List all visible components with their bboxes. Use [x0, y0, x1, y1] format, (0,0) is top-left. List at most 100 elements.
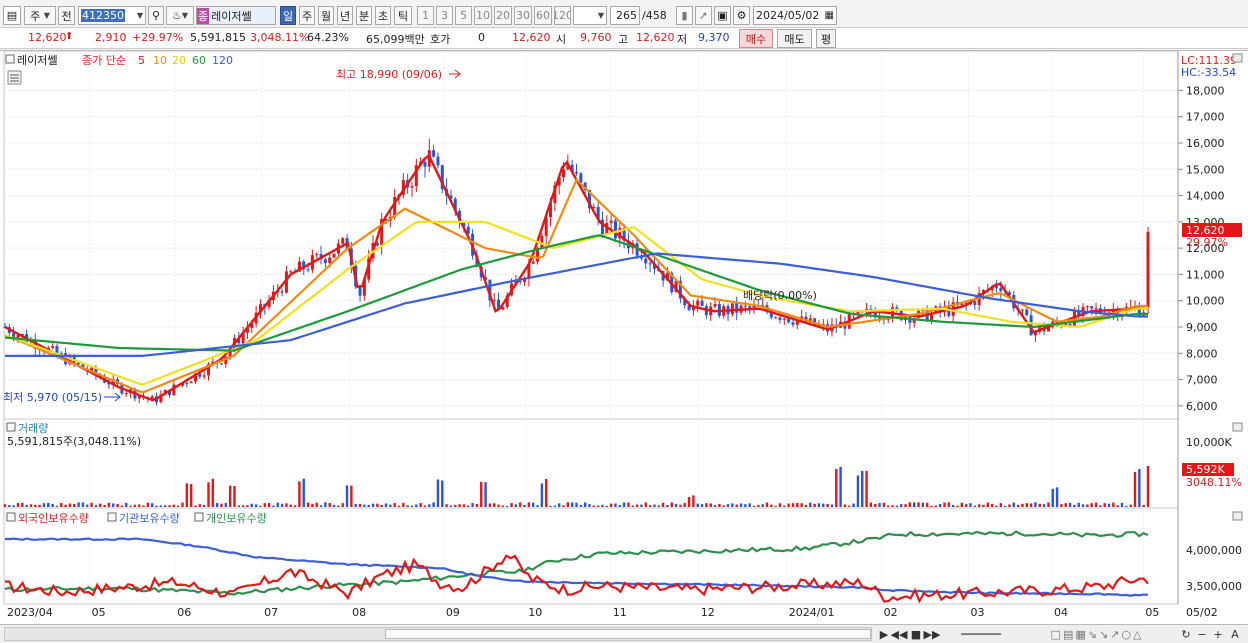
period-button-second[interactable]: 초	[375, 6, 391, 25]
sound-icon[interactable]: ♨ ▼	[166, 6, 194, 25]
volume-bar	[1068, 502, 1072, 507]
volume-bar	[168, 505, 171, 507]
buy-button[interactable]: 매수	[739, 29, 773, 48]
gear-icon[interactable]: ⚙	[733, 6, 750, 25]
scroll-right-icon[interactable]: ▶	[878, 627, 890, 641]
volume-bar	[172, 504, 176, 507]
volume-bar	[904, 504, 907, 507]
volume-bar	[228, 485, 232, 507]
draw-line-icon[interactable]: ➚	[695, 6, 712, 25]
candle-body	[358, 286, 362, 296]
volume-bar	[393, 503, 396, 507]
volume-bar	[120, 505, 124, 507]
y-tick-label: 9,000	[1186, 321, 1218, 334]
period-button-day[interactable]: 일	[280, 6, 296, 25]
period-button-year[interactable]: 년	[337, 6, 353, 25]
volume-bar	[861, 470, 864, 507]
period-type-dropdown[interactable]: 주 ▼	[24, 6, 56, 25]
volume-bar	[977, 504, 981, 507]
interval-button-120[interactable]: 120	[554, 6, 571, 25]
period-button-month[interactable]: 월	[318, 6, 334, 25]
chart-scrollbar[interactable]	[4, 627, 872, 641]
volume-bar	[874, 503, 877, 507]
volume-bar	[142, 505, 145, 507]
volume-bar	[384, 503, 388, 507]
interval-button-30[interactable]: 30	[514, 6, 532, 25]
legend-ma-120: 120	[212, 54, 233, 67]
volume-bar	[350, 485, 353, 507]
prev-button[interactable]: 전	[58, 6, 75, 25]
volume-bar	[358, 503, 362, 507]
count-input[interactable]: 265	[610, 6, 640, 25]
volume-bar	[432, 502, 435, 507]
volume-bar	[913, 502, 916, 507]
chart-svg[interactable]: 6,0007,0008,0009,00010,00011,00012,00013…	[0, 50, 1248, 625]
interval-button-10[interactable]: 10	[474, 6, 492, 25]
zoom-in-icon[interactable]: +	[1212, 627, 1224, 641]
chart-area[interactable]: 6,000 7,000 8,000 9,000 10,000 11,000 12,000 13…	[0, 50, 1248, 624]
stock-code-input[interactable]: 412350 ▼	[78, 6, 146, 25]
period-button-tick[interactable]: 틱	[394, 6, 412, 25]
date-input[interactable]: 2024/05/02 ▦	[753, 6, 837, 25]
candle-body	[51, 346, 55, 348]
zoom-out-icon[interactable]: −	[1196, 627, 1208, 641]
interval-button-3[interactable]: 3	[436, 6, 453, 25]
refresh-icon[interactable]: ↻	[1180, 627, 1192, 641]
volume-bar	[683, 503, 686, 507]
save-icon[interactable]: ▣	[714, 6, 731, 25]
candle-icon[interactable]: ▮	[676, 6, 693, 25]
volume-bar	[341, 503, 344, 507]
scroll-thumb[interactable]	[385, 629, 871, 639]
interval-button-60[interactable]: 60	[534, 6, 552, 25]
volume-bar	[159, 505, 163, 507]
avg-button[interactable]: 평	[816, 29, 836, 48]
panel-close-icon[interactable]	[1232, 422, 1243, 432]
toolbar: ▤ 주 ▼ 전 412350 ▼ ⚲ ♨ ▼ 종 레이저쎌 일 주 월 년 분 초 틱…	[0, 3, 1248, 27]
panel-close-icon[interactable]	[1232, 53, 1243, 63]
volume-bar	[181, 502, 184, 507]
interval-button-5[interactable]: 5	[455, 6, 472, 25]
volume-bar	[1116, 505, 1119, 507]
volume-bar	[1142, 504, 1145, 507]
volume-bar	[964, 504, 968, 507]
custom-interval-dropdown[interactable]: ▼	[573, 6, 607, 25]
panel-close-icon[interactable]	[1232, 511, 1243, 521]
zoom-slider[interactable]: ━━━━━━	[946, 627, 1016, 641]
volume-bar	[42, 503, 46, 507]
auto-scale-icon[interactable]: A	[1228, 627, 1242, 641]
drawing-tools[interactable]: □▤▦⇘↘↗○△	[1022, 627, 1172, 641]
volume-bar	[1112, 502, 1115, 507]
y-tick-label: 16,000	[1186, 137, 1225, 150]
candle-body	[735, 303, 739, 313]
search-icon[interactable]: ⚲	[148, 6, 164, 25]
period-button-minute[interactable]: 분	[356, 6, 372, 25]
candle-body	[700, 300, 704, 307]
volume-bar	[865, 470, 868, 507]
volume-bar	[371, 503, 375, 507]
quote-bar: 12,620 ⬆ 2,910 +29.97% 5,591,815 3,048.1…	[0, 27, 1248, 49]
x-tick-label: 2023/04	[7, 606, 53, 619]
candle-body	[492, 299, 496, 301]
fast-forward-icon[interactable]: ▶▶	[924, 627, 941, 641]
rewind-icon[interactable]: ◀◀	[891, 627, 908, 641]
high-label: 고	[618, 33, 629, 46]
volume-bar	[687, 497, 691, 507]
interval-button-1[interactable]: 1	[417, 6, 434, 25]
volume-bar	[579, 505, 583, 507]
period-button-week[interactable]: 주	[299, 6, 315, 25]
volume-bar	[497, 504, 500, 507]
menu-icon[interactable]: ▤	[3, 6, 21, 25]
volume-bar	[843, 504, 847, 507]
volume-bar	[670, 502, 673, 507]
volume-bar	[410, 505, 414, 507]
interval-button-20[interactable]: 20	[494, 6, 512, 25]
sell-button[interactable]: 매도	[777, 29, 812, 48]
volume-bar	[29, 504, 33, 507]
stop-icon[interactable]: ■	[910, 627, 922, 641]
volume-bar	[484, 482, 487, 507]
volume-axis-label: 10,000K	[1186, 436, 1232, 449]
x-tick-label: 10	[528, 606, 542, 619]
volume-bar	[302, 478, 305, 507]
stock-name-field[interactable]: 종 레이저쎌	[196, 6, 276, 25]
volume-bar	[1021, 503, 1024, 507]
